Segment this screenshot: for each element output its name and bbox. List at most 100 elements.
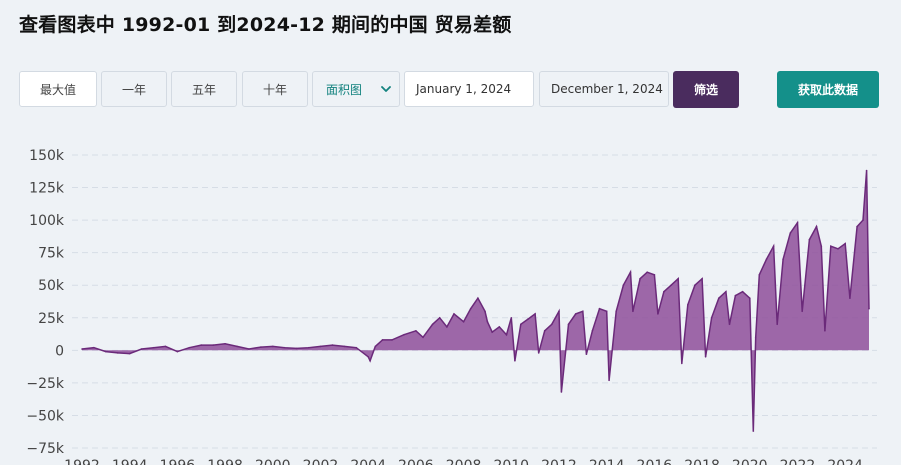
data-point <box>639 277 641 280</box>
data-point <box>837 248 839 250</box>
data-point <box>629 271 632 274</box>
data-point <box>582 310 584 313</box>
data-point <box>260 346 262 348</box>
data-point <box>560 391 563 393</box>
trade-balance-chart: −75k−50k−25k025k50k75k100k125k150k 19921… <box>26 148 877 465</box>
data-point <box>820 245 823 247</box>
data-point <box>728 323 731 326</box>
data-point <box>772 245 775 247</box>
y-tick-label: 150k <box>29 148 65 164</box>
data-point <box>789 232 792 234</box>
data-point <box>248 348 250 350</box>
data-point <box>343 345 346 348</box>
data-point <box>355 346 358 349</box>
x-axis-ticks: 1992 1994 1996 1998 2000 2002 2004 2006 2008 2010… <box>64 458 863 465</box>
x-tick-label: 2018 <box>684 458 720 465</box>
data-point <box>520 323 522 326</box>
data-point <box>81 348 83 350</box>
data-point <box>741 290 744 293</box>
data-point <box>801 310 803 313</box>
data-point <box>694 284 696 287</box>
data-point <box>622 284 625 287</box>
data-point <box>369 360 371 362</box>
data-point <box>200 344 202 346</box>
data-point <box>319 345 322 348</box>
data-point <box>567 323 570 326</box>
data-point <box>491 331 494 333</box>
data-point <box>646 271 648 274</box>
data-point <box>272 345 274 348</box>
grid-lines <box>72 154 877 449</box>
y-tick-label: 0 <box>55 343 64 359</box>
data-point <box>687 304 689 306</box>
y-tick-label: −50k <box>26 408 65 424</box>
data-point <box>462 320 465 323</box>
data-point <box>653 274 656 276</box>
x-tick-label: 1994 <box>112 458 148 465</box>
data-point <box>453 313 455 315</box>
data-point <box>415 330 417 332</box>
data-point <box>188 346 191 349</box>
data-point <box>537 352 540 354</box>
area-series <box>81 169 870 432</box>
data-point <box>615 310 617 313</box>
data-point <box>498 326 501 328</box>
data-point <box>591 330 594 332</box>
data-point <box>868 307 870 310</box>
data-point <box>701 277 703 280</box>
data-point <box>152 346 155 349</box>
y-tick-label: −25k <box>26 376 65 392</box>
data-point <box>422 336 424 339</box>
x-tick-label: 2014 <box>589 458 625 465</box>
data-point <box>283 346 286 349</box>
x-tick-label: 2012 <box>541 458 577 465</box>
data-point <box>307 346 310 349</box>
data-point <box>758 274 761 276</box>
data-point <box>140 348 143 350</box>
y-tick-label: 75k <box>38 246 65 262</box>
x-tick-label: 1992 <box>64 458 100 465</box>
data-point <box>605 310 608 313</box>
data-point <box>381 339 384 341</box>
data-point <box>486 320 489 323</box>
data-point <box>551 323 553 326</box>
x-tick-label: 2008 <box>446 458 482 465</box>
y-tick-label: 25k <box>38 311 65 327</box>
data-point <box>796 221 799 224</box>
data-point <box>295 347 298 350</box>
x-tick-label: 2022 <box>780 458 816 465</box>
x-tick-label: 2002 <box>303 458 339 465</box>
data-point <box>403 333 405 336</box>
data-point <box>514 360 516 362</box>
data-point <box>815 225 818 228</box>
data-point <box>510 317 513 319</box>
data-point <box>657 313 659 315</box>
x-tick-label: 2004 <box>350 458 386 465</box>
x-tick-label: 2010 <box>493 458 529 465</box>
data-point <box>608 379 610 382</box>
data-point <box>558 310 560 313</box>
y-tick-label: −75k <box>26 441 65 457</box>
data-point <box>765 258 768 261</box>
data-point <box>236 345 238 348</box>
x-tick-label: 1998 <box>207 458 243 465</box>
data-point <box>862 219 864 221</box>
data-point <box>128 352 131 355</box>
y-axis-ticks: −75k −50k −25k 0 25k 50k 75k 100k 125k 150k <box>26 148 65 457</box>
data-point <box>865 169 868 172</box>
data-point <box>856 225 858 228</box>
data-point <box>598 307 601 310</box>
data-point <box>710 317 713 319</box>
data-point <box>754 336 757 339</box>
data-point <box>505 333 508 336</box>
data-point <box>543 330 546 332</box>
y-tick-label: 125k <box>29 181 65 197</box>
data-point <box>446 326 448 328</box>
series-line <box>81 170 870 432</box>
data-point <box>677 277 679 280</box>
data-point <box>734 294 737 297</box>
data-point <box>749 297 751 300</box>
x-tick-label: 2000 <box>255 458 291 465</box>
data-point <box>718 297 720 300</box>
data-point <box>374 345 377 348</box>
